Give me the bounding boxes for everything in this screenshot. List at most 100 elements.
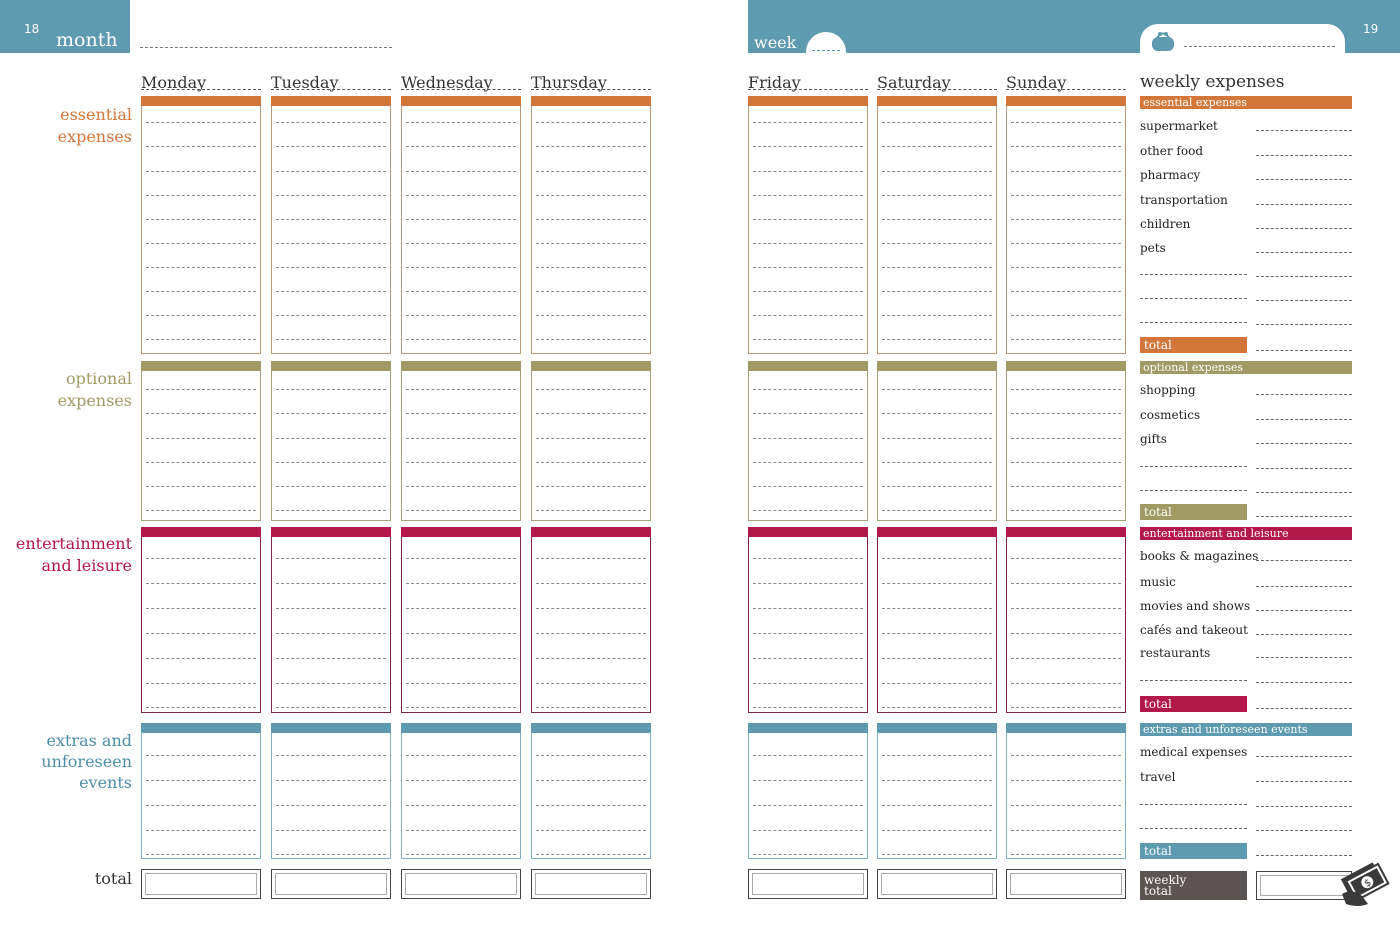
entry-line[interactable] [882,486,992,487]
weekly-item-amount[interactable] [1256,300,1352,301]
entry-line[interactable] [276,267,386,268]
entry-line[interactable] [753,146,863,147]
entry-line[interactable] [276,558,386,559]
entry-line[interactable] [753,608,863,609]
entry-line[interactable] [753,267,863,268]
entry-line[interactable] [406,339,516,340]
month-input-line[interactable] [140,47,392,48]
entry-line[interactable] [406,780,516,781]
entry-line[interactable] [753,243,863,244]
entry-line[interactable] [753,805,863,806]
entry-line[interactable] [753,389,863,390]
entry-line[interactable] [1011,683,1121,684]
weekly-item-amount[interactable] [1256,610,1352,611]
entry-line[interactable] [276,243,386,244]
entry-line[interactable] [146,389,256,390]
day-essential-box[interactable] [401,96,521,354]
entry-line[interactable] [882,146,992,147]
day-essential-box[interactable] [1006,96,1126,354]
entry-line[interactable] [536,315,646,316]
entry-line[interactable] [146,267,256,268]
entry-line[interactable] [146,658,256,659]
weekly-item-blank[interactable] [1140,804,1247,805]
day-essential-box[interactable] [748,96,868,354]
entry-line[interactable] [406,633,516,634]
entry-line[interactable] [1011,780,1121,781]
entry-line[interactable] [1011,510,1121,511]
entry-line[interactable] [146,462,256,463]
day-essential-box[interactable] [271,96,391,354]
entry-line[interactable] [406,389,516,390]
weekly-item-blank[interactable] [1140,466,1247,467]
entry-line[interactable] [406,291,516,292]
entry-line[interactable] [146,854,256,855]
entry-line[interactable] [1011,462,1121,463]
entry-line[interactable] [146,146,256,147]
entry-line[interactable] [882,583,992,584]
entry-line[interactable] [753,171,863,172]
entry-line[interactable] [882,195,992,196]
entry-line[interactable] [406,267,516,268]
entry-line[interactable] [536,510,646,511]
entry-line[interactable] [753,339,863,340]
day-entertainment-box[interactable] [531,527,651,713]
entry-line[interactable] [406,830,516,831]
entry-line[interactable] [882,633,992,634]
day-optional-box[interactable] [401,361,521,521]
entry-line[interactable] [882,510,992,511]
entry-line[interactable] [146,633,256,634]
day-total-box[interactable] [877,869,997,899]
entry-line[interactable] [1011,146,1121,147]
entry-line[interactable] [146,243,256,244]
entry-line[interactable] [1011,291,1121,292]
entry-line[interactable] [536,195,646,196]
weekly-item-amount[interactable] [1256,324,1352,325]
day-optional-box[interactable] [141,361,261,521]
entry-line[interactable] [1011,219,1121,220]
day-total-box[interactable] [531,869,651,899]
day-entertainment-box[interactable] [748,527,868,713]
entry-line[interactable] [536,413,646,414]
entry-line[interactable] [146,171,256,172]
entry-line[interactable] [882,122,992,123]
entry-line[interactable] [276,413,386,414]
entry-line[interactable] [276,658,386,659]
entry-line[interactable] [1011,707,1121,708]
entry-line[interactable] [882,339,992,340]
entry-line[interactable] [276,510,386,511]
entry-line[interactable] [882,683,992,684]
entry-line[interactable] [276,780,386,781]
entry-line[interactable] [406,608,516,609]
day-optional-box[interactable] [271,361,391,521]
entry-line[interactable] [146,683,256,684]
weekly-optional-total-amount[interactable] [1256,516,1352,517]
entry-line[interactable] [753,413,863,414]
entry-line[interactable] [753,438,863,439]
entry-line[interactable] [406,486,516,487]
entry-line[interactable] [1011,486,1121,487]
entry-line[interactable] [536,146,646,147]
entry-line[interactable] [406,805,516,806]
entry-line[interactable] [406,462,516,463]
entry-line[interactable] [882,780,992,781]
entry-line[interactable] [406,707,516,708]
day-entertainment-box[interactable] [401,527,521,713]
entry-line[interactable] [406,122,516,123]
entry-line[interactable] [1011,755,1121,756]
weekly-item-amount[interactable] [1256,276,1352,277]
weekly-item-amount[interactable] [1256,155,1352,156]
entry-line[interactable] [146,583,256,584]
entry-line[interactable] [882,707,992,708]
entry-line[interactable] [406,195,516,196]
entry-line[interactable] [1011,315,1121,316]
weekly-item-amount[interactable] [1256,130,1352,131]
entry-line[interactable] [882,389,992,390]
weekly-item-amount[interactable] [1256,586,1352,587]
entry-line[interactable] [276,315,386,316]
entry-line[interactable] [882,171,992,172]
entry-line[interactable] [536,462,646,463]
entry-line[interactable] [276,633,386,634]
day-essential-box[interactable] [141,96,261,354]
day-total-box[interactable] [271,869,391,899]
entry-line[interactable] [753,462,863,463]
